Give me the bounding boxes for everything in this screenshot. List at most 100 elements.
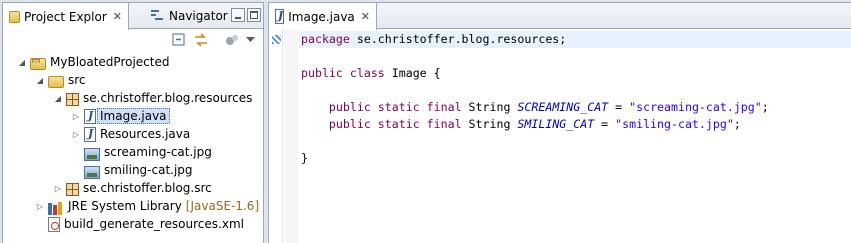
tree-item[interactable]: ▷ JRE System Library [JavaSE-1.6]	[35, 197, 259, 215]
code-text: se.christoffer.blog.resources;	[349, 32, 567, 46]
collapsed-arrow-icon[interactable]: ▷	[71, 111, 81, 121]
tree-item-label: smiling-cat.jpg	[104, 163, 193, 177]
tree-item[interactable]: ▷ J Image.java	[71, 107, 170, 125]
source-folder-icon	[48, 76, 64, 88]
chevron-down-icon[interactable]	[245, 32, 261, 48]
library-version-decoration: [JavaSE-1.6]	[185, 199, 260, 213]
code-keyword: public	[328, 100, 371, 114]
code-line[interactable]: }	[299, 150, 851, 167]
code-string: "smiling-cat.jpg"	[615, 117, 734, 131]
code-text: String	[461, 117, 518, 131]
collapsed-arrow-icon[interactable]: ▷	[71, 129, 81, 139]
code-text: =	[594, 117, 616, 131]
collapsed-arrow-icon[interactable]: ▷	[35, 201, 45, 211]
tab-label: Project Explor	[24, 9, 107, 24]
tab-image-java[interactable]: J Image.java ✕	[269, 3, 377, 30]
code-keyword: package	[301, 32, 350, 46]
project-explorer-icon	[9, 10, 20, 23]
tree-item[interactable]: ◢ MyBloatedProjected	[17, 53, 169, 71]
tree-item[interactable]: ◢ src	[35, 71, 86, 89]
code-keyword: public	[301, 66, 343, 80]
java-editor: J Image.java ✕ package se.christoffer.bl…	[268, 2, 851, 243]
expanded-arrow-icon[interactable]: ◢	[17, 57, 27, 67]
tab-project-explorer[interactable]: Project Explor ✕	[3, 3, 129, 30]
editor-tabbar: J Image.java ✕	[269, 3, 851, 30]
code-line[interactable]: public static final String SCREAMING_CAT…	[299, 99, 851, 116]
view-menu-icon[interactable]	[224, 32, 240, 48]
code-keyword: final	[426, 117, 462, 131]
package-icon	[66, 182, 79, 196]
expanded-arrow-icon[interactable]: ◢	[35, 75, 45, 85]
close-icon[interactable]: ✕	[113, 10, 122, 23]
left-view-tabbar: Project Explor ✕ Navigator	[3, 3, 263, 30]
code-line[interactable]: public class Image {	[299, 65, 851, 82]
code-line[interactable]	[299, 82, 851, 99]
project-folder-icon	[30, 58, 46, 70]
code-line[interactable]: public static final String SMILING_CAT =…	[299, 116, 851, 133]
tree-item-label: src	[68, 73, 86, 87]
java-file-icon: J	[275, 9, 285, 24]
tree-item[interactable]: build_generate_resources.xml	[35, 215, 244, 233]
tree-item-label: se.christoffer.blog.resources	[83, 91, 253, 105]
minimize-icon	[235, 17, 241, 19]
code-text: ;	[733, 117, 741, 131]
maximize-icon	[250, 11, 258, 19]
navigator-icon	[149, 8, 165, 24]
minimize-button[interactable]	[231, 8, 245, 22]
collapse-all-icon[interactable]	[171, 32, 187, 48]
tree-item[interactable]: screaming-cat.jpg	[71, 143, 212, 161]
code-keyword: final	[426, 100, 462, 114]
tree-item-label: MyBloatedProjected	[50, 55, 170, 69]
code-line[interactable]: package se.christoffer.blog.resources;	[299, 31, 851, 48]
image-file-icon	[84, 165, 100, 179]
code-text: Image {	[384, 66, 441, 80]
maximize-button[interactable]	[247, 8, 261, 22]
code-line[interactable]	[299, 48, 851, 65]
link-with-editor-icon[interactable]	[193, 32, 209, 48]
code-line[interactable]	[299, 133, 851, 150]
code-text: String	[461, 100, 518, 114]
code-keyword: static	[377, 117, 420, 131]
collapsed-arrow-icon[interactable]: ▷	[53, 183, 63, 193]
code-keyword: static	[377, 100, 420, 114]
tree-item-label: JRE System Library	[68, 199, 182, 213]
image-file-icon	[84, 147, 100, 161]
current-line-marker-icon	[272, 35, 281, 44]
code-area[interactable]: package se.christoffer.blog.resources; p…	[299, 31, 851, 167]
tree-item[interactable]: smiling-cat.jpg	[71, 161, 193, 179]
expanded-arrow-icon[interactable]: ◢	[53, 93, 63, 103]
code-keyword: public	[328, 117, 371, 131]
code-text: }	[301, 151, 308, 165]
code-text: =	[608, 100, 630, 114]
tree-item[interactable]: ▷ J Resources.java	[71, 125, 190, 143]
java-file-icon: J	[84, 126, 96, 142]
code-keyword: class	[349, 66, 385, 80]
code-constant: SMILING_CAT	[517, 117, 595, 131]
explorer-toolbar	[3, 29, 263, 49]
overview-ruler	[269, 29, 283, 243]
tree-item[interactable]: ◢ se.christoffer.blog.resources	[53, 89, 252, 107]
tree-item[interactable]: ▷ se.christoffer.blog.src	[53, 179, 212, 197]
project-explorer-view: Project Explor ✕ Navigator ◢ MyBloatedPr…	[2, 2, 264, 243]
code-string: "screaming-cat.jpg"	[629, 100, 762, 114]
java-file-icon: J	[84, 108, 96, 124]
xml-file-icon	[48, 216, 60, 232]
code-constant: SCREAMING_CAT	[517, 100, 609, 114]
line-gutter	[284, 29, 298, 243]
tree-item-label: Resources.java	[100, 127, 191, 141]
tab-label: Image.java	[288, 9, 355, 24]
close-icon[interactable]: ✕	[361, 10, 370, 23]
package-icon	[66, 92, 79, 106]
tree-item-label: screaming-cat.jpg	[104, 145, 212, 159]
tree-item-label: se.christoffer.blog.src	[83, 181, 212, 195]
tab-label: Navigator	[169, 9, 228, 23]
tab-navigator[interactable]: Navigator	[143, 3, 234, 29]
